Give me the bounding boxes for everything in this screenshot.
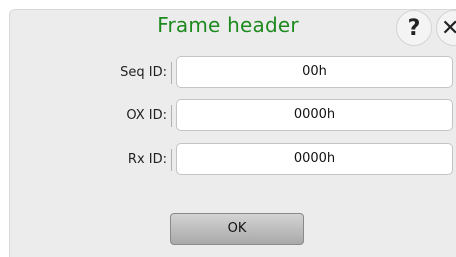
field-separator: [171, 149, 172, 171]
frame-header-dialog: Frame header ? ✕ Seq ID: 00h OX ID: 0000…: [9, 9, 456, 257]
help-button[interactable]: ?: [396, 10, 432, 46]
ox-id-label: OX ID:: [126, 108, 167, 123]
seq-id-row: Seq ID: 00h: [10, 56, 456, 90]
field-separator: [171, 105, 172, 127]
seq-id-field[interactable]: 00h: [176, 56, 453, 88]
question-mark-icon: ?: [407, 15, 421, 41]
rx-id-field[interactable]: 0000h: [176, 143, 453, 175]
ok-button[interactable]: OK: [170, 213, 304, 245]
rx-id-label: Rx ID:: [127, 152, 167, 167]
dialog-title: Frame header: [157, 13, 299, 37]
close-icon: ✕: [441, 15, 456, 41]
seq-id-label: Seq ID:: [120, 65, 167, 80]
ox-id-field[interactable]: 0000h: [176, 99, 453, 131]
rx-id-row: Rx ID: 0000h: [10, 143, 456, 177]
ox-id-row: OX ID: 0000h: [10, 99, 456, 133]
field-separator: [171, 62, 172, 84]
